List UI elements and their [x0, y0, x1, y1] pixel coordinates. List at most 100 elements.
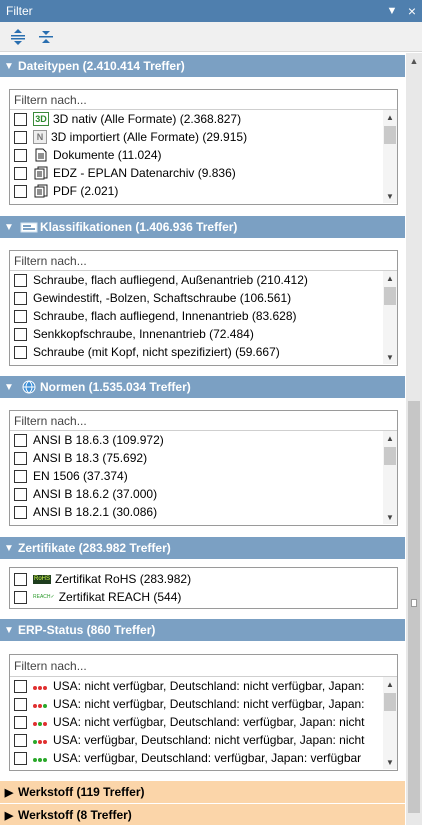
checkbox[interactable]	[14, 291, 27, 305]
checkbox[interactable]	[14, 469, 27, 483]
list-item[interactable]: EDZ - EPLAN Datenarchiv (9.836)	[10, 164, 397, 182]
availability-dots-icon	[33, 715, 48, 729]
checkbox[interactable]	[14, 487, 27, 501]
checkbox[interactable]	[14, 273, 27, 287]
list-item[interactable]: Schraube, flach aufliegend, Innenantrieb…	[10, 307, 397, 325]
scroll-down-icon[interactable]: ▼	[383, 350, 397, 364]
checkbox[interactable]	[14, 733, 27, 747]
scroll-up-icon[interactable]: ▲	[383, 271, 397, 285]
toolbar	[0, 22, 422, 52]
status-dot	[33, 740, 37, 744]
edz-archive-icon	[33, 166, 49, 180]
scroll-up-icon[interactable]: ▲	[383, 677, 397, 691]
list-item[interactable]: RoHS Zertifikat RoHS (283.982)	[10, 570, 397, 588]
expand-all-button[interactable]	[8, 27, 28, 47]
checkbox[interactable]	[14, 184, 27, 198]
checkbox[interactable]	[14, 166, 27, 180]
list-item[interactable]: USA: verfügbar, Deutschland: verfügbar, …	[10, 749, 397, 767]
list-item[interactable]: ANSI B 18.2.1 (30.086)	[10, 503, 397, 521]
chevron-down-icon: ▼	[4, 542, 14, 554]
list-item[interactable]: EN 1506 (37.374)	[10, 467, 397, 485]
checkbox[interactable]	[14, 148, 27, 162]
list-item[interactable]: N 3D importiert (Alle Formate) (29.915)	[10, 128, 397, 146]
scroll-thumb[interactable]	[384, 693, 396, 711]
section-title: Werkstoff (8 Treffer)	[18, 808, 132, 822]
checkbox[interactable]	[14, 590, 27, 604]
section-klassifikationen: ▼ Klassifikationen (1.406.936 Treffer)	[0, 216, 405, 238]
list-item[interactable]: USA: nicht verfügbar, Deutschland: nicht…	[10, 677, 397, 695]
section-header-dateitypen[interactable]: ▼ Dateitypen (2.410.414 Treffer)	[0, 55, 405, 77]
close-icon[interactable]: ×	[402, 3, 422, 19]
list-item[interactable]: Schraube, flach aufliegend, Außenantrieb…	[10, 271, 397, 289]
pin-dropdown-icon[interactable]: ▼	[382, 5, 402, 17]
checkbox[interactable]	[14, 433, 27, 447]
scroll-up-icon[interactable]: ▲	[383, 431, 397, 445]
checkbox[interactable]	[14, 751, 27, 765]
list-item[interactable]: USA: nicht verfügbar, Deutschland: verfü…	[10, 713, 397, 731]
section-dateitypen: ▼ Dateitypen (2.410.414 Treffer)	[0, 55, 405, 77]
checkbox[interactable]	[14, 112, 27, 126]
checkbox[interactable]	[14, 451, 27, 465]
scroll-thumb[interactable]	[384, 447, 396, 465]
scroll-thumb[interactable]	[408, 401, 420, 813]
section-header-normen[interactable]: ▼ Normen (1.535.034 Treffer)	[0, 376, 405, 398]
checkbox[interactable]	[14, 679, 27, 693]
section-header-werkstoff-1[interactable]: ▶ Werkstoff (119 Treffer)	[0, 781, 405, 803]
status-dot	[38, 704, 42, 708]
list-item[interactable]: Dokumente (11.024)	[10, 146, 397, 164]
section-werkstoff-2: ▶ Werkstoff (8 Treffer)	[0, 804, 405, 825]
scroll-down-icon[interactable]: ▼	[383, 755, 397, 769]
normen-filter-input[interactable]	[10, 411, 397, 431]
rohs-icon: RoHS	[33, 574, 52, 584]
scroll-thumb[interactable]	[384, 287, 396, 305]
list-item[interactable]: PDF (2.021)	[10, 182, 397, 200]
section-zertifikate: ▼ Zertifikate (283.982 Treffer)	[0, 537, 405, 559]
chevron-down-icon: ▼	[4, 381, 14, 393]
scroll-down-icon[interactable]: ▼	[383, 189, 397, 203]
checkbox[interactable]	[14, 505, 27, 519]
checkbox[interactable]	[14, 130, 27, 144]
list-scrollbar[interactable]: ▲ ▼	[383, 677, 397, 769]
list-item[interactable]: ANSI B 18.6.3 (109.972)	[10, 431, 397, 449]
list-item[interactable]: ANSI B 18.3 (75.692)	[10, 449, 397, 467]
list-item[interactable]: USA: verfügbar, Deutschland: nicht verfü…	[10, 731, 397, 749]
klassifikationen-filter-input[interactable]	[10, 251, 397, 271]
dateitypen-filter-input[interactable]	[10, 90, 397, 110]
list-item[interactable]: ANSI B 18.6.2 (37.000)	[10, 485, 397, 503]
list-scrollbar[interactable]: ▲ ▼	[383, 431, 397, 524]
erp-box: USA: nicht verfügbar, Deutschland: nicht…	[9, 654, 398, 771]
list-item[interactable]: 3D 3D nativ (Alle Formate) (2.368.827)	[10, 110, 397, 128]
list-item[interactable]: USA: nicht verfügbar, Deutschland: nicht…	[10, 695, 397, 713]
erp-filter-input[interactable]	[10, 655, 397, 677]
list-item[interactable]: Senkkopfschraube, Innenantrieb (72.484)	[10, 325, 397, 343]
checkbox[interactable]	[14, 327, 27, 341]
section-header-erp-status[interactable]: ▼ ERP-Status (860 Treffer)	[0, 619, 405, 641]
section-header-klassifikationen[interactable]: ▼ Klassifikationen (1.406.936 Treffer)	[0, 216, 405, 238]
scroll-down-icon[interactable]: ▼	[383, 510, 397, 524]
collapse-all-icon	[39, 30, 53, 43]
availability-dots-icon	[33, 733, 48, 747]
checkbox[interactable]	[14, 715, 27, 729]
scroll-thumb[interactable]	[384, 126, 396, 144]
collapse-all-button[interactable]	[36, 27, 56, 47]
status-dot	[43, 722, 47, 726]
scroll-up-icon[interactable]: ▲	[406, 53, 422, 69]
checkbox[interactable]	[14, 572, 27, 586]
checkbox[interactable]	[14, 697, 27, 711]
panel-scrollbar[interactable]: ▲	[406, 53, 422, 825]
scroll-up-icon[interactable]: ▲	[383, 110, 397, 124]
section-header-werkstoff-2[interactable]: ▶ Werkstoff (8 Treffer)	[0, 804, 405, 825]
normen-box: ANSI B 18.6.3 (109.972) ANSI B 18.3 (75.…	[9, 410, 398, 526]
list-item[interactable]: Schraube (mit Kopf, nicht spezifiziert) …	[10, 343, 397, 361]
section-title: Normen (1.535.034 Treffer)	[40, 380, 191, 394]
section-erp-status: ▼ ERP-Status (860 Treffer)	[0, 619, 405, 641]
list-scrollbar[interactable]: ▲ ▼	[383, 110, 397, 203]
list-scrollbar[interactable]: ▲ ▼	[383, 271, 397, 364]
section-header-zertifikate[interactable]: ▼ Zertifikate (283.982 Treffer)	[0, 537, 405, 559]
section-title: Zertifikate (283.982 Treffer)	[18, 541, 171, 555]
status-dot	[33, 686, 37, 690]
checkbox[interactable]	[14, 345, 27, 359]
list-item[interactable]: REACH✓ Zertifikat REACH (544)	[10, 588, 397, 606]
list-item[interactable]: Gewindestift, -Bolzen, Schaftschraube (1…	[10, 289, 397, 307]
checkbox[interactable]	[14, 309, 27, 323]
